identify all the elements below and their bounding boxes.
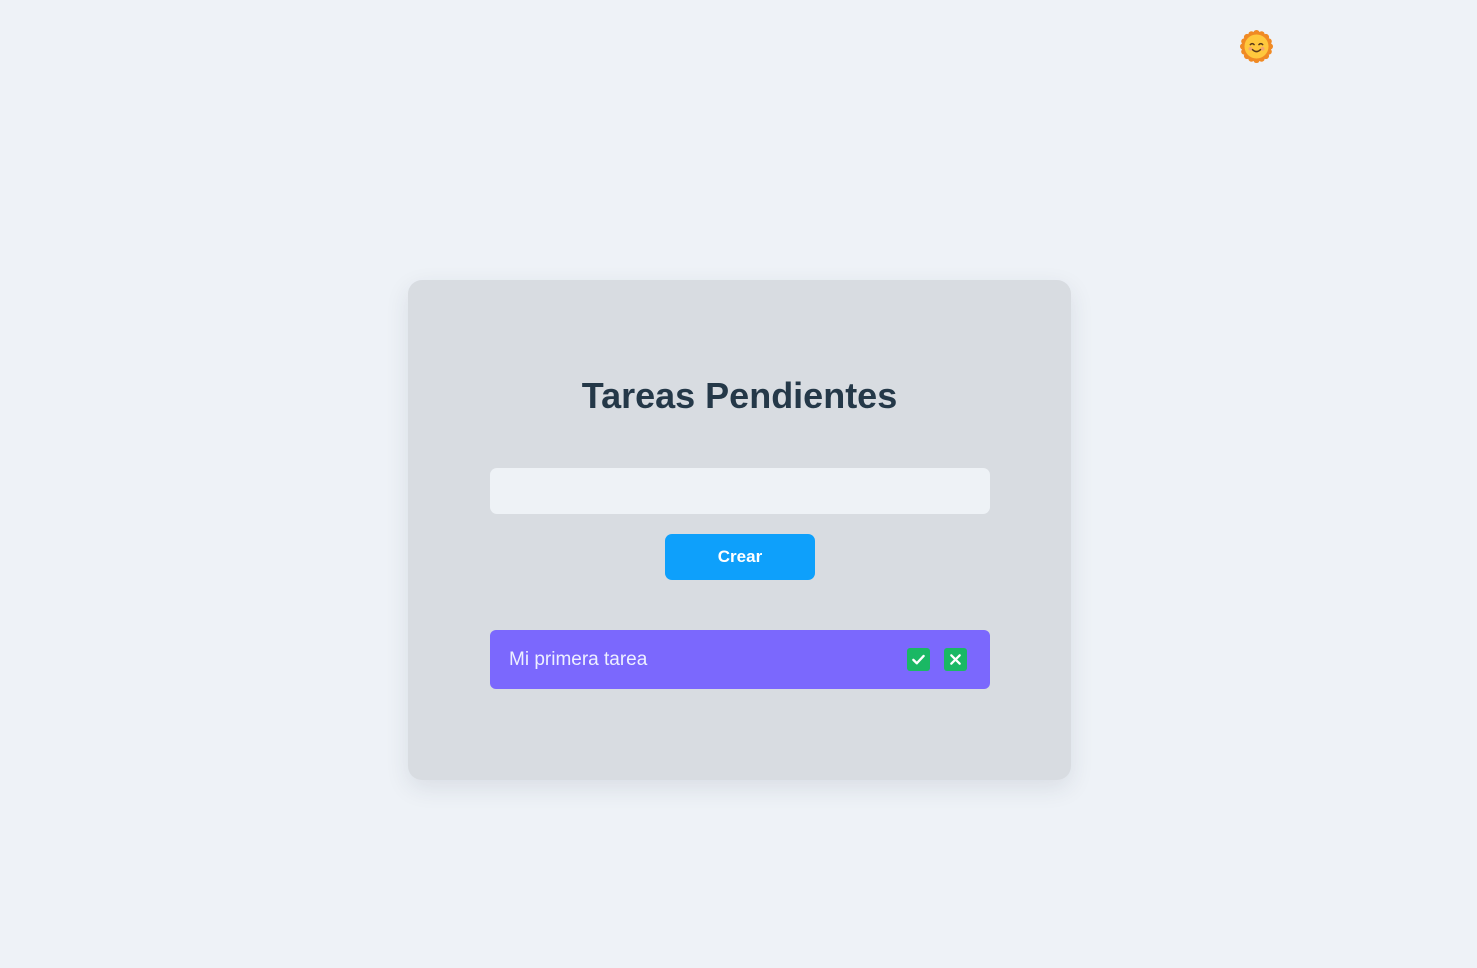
check-icon (912, 654, 925, 665)
todo-card: Tareas Pendientes Crear Mi primera tarea (408, 280, 1071, 780)
task-text: Mi primera tarea (509, 648, 648, 670)
page-title: Tareas Pendientes (581, 375, 898, 416)
task-item: Mi primera tarea (490, 630, 990, 689)
complete-task-button[interactable] (907, 648, 930, 671)
delete-task-button[interactable] (944, 648, 967, 671)
task-list: Mi primera tarea (490, 630, 990, 689)
close-icon (950, 654, 961, 665)
theme-toggle-sun-icon[interactable] (1240, 30, 1273, 63)
create-button[interactable]: Crear (665, 534, 815, 580)
new-task-input[interactable] (490, 468, 990, 514)
sun-smile-icon (1240, 30, 1273, 63)
